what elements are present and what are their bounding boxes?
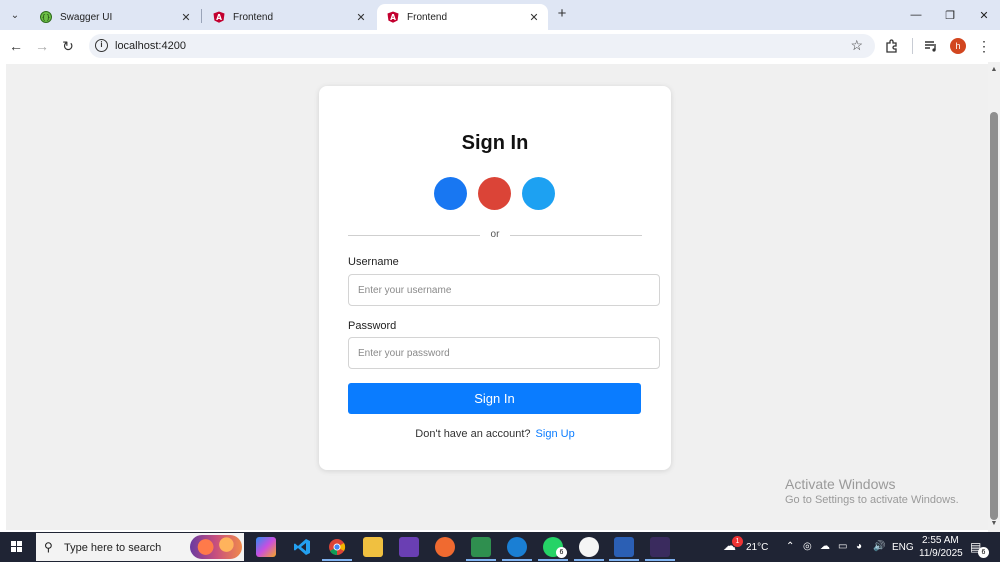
active-app-indicator xyxy=(322,559,352,561)
page-title: Sign In xyxy=(461,132,529,154)
new-tab-button[interactable]: + xyxy=(554,6,570,23)
whatsapp-badge: 6 xyxy=(556,547,567,558)
twitter-login-button[interactable] xyxy=(522,177,555,210)
password-label: Password xyxy=(348,320,397,332)
address-bar[interactable]: i localhost:4200 ☆ xyxy=(89,34,875,58)
site-info-icon[interactable]: i xyxy=(95,39,108,52)
swagger-icon: {} xyxy=(40,11,52,23)
file-explorer-icon[interactable] xyxy=(363,537,383,557)
menu-kebab-icon[interactable]: ⋮ xyxy=(974,36,994,56)
close-icon[interactable]: ✕ xyxy=(353,9,369,25)
tab-search-chevron-icon[interactable]: ⌄ xyxy=(6,6,24,24)
extensions-icon[interactable] xyxy=(882,36,902,56)
windows-start-icon[interactable] xyxy=(11,541,23,553)
back-icon[interactable]: ← xyxy=(6,36,26,56)
scroll-thumb[interactable] xyxy=(990,112,998,520)
search-icon: ⚲ xyxy=(44,540,53,554)
tab-title: Frontend xyxy=(407,11,448,23)
window-close-icon[interactable]: ✕ xyxy=(974,6,994,24)
url-text[interactable]: localhost:4200 xyxy=(115,40,186,52)
language-indicator[interactable]: ENG xyxy=(892,542,914,553)
signup-prompt: Don't have an account? Sign Up xyxy=(319,428,671,440)
visual-studio-icon[interactable] xyxy=(399,537,419,557)
search-highlight-image xyxy=(190,535,242,559)
media-controls-icon[interactable] xyxy=(921,36,941,56)
tab-frontend-active[interactable]: A Frontend ✕ xyxy=(377,4,548,30)
puzzle-icon xyxy=(886,39,897,53)
tab-title: Frontend xyxy=(233,11,274,23)
open-app-indicator xyxy=(466,559,496,561)
battery-icon[interactable]: ▭ xyxy=(838,541,847,552)
angular-icon: A xyxy=(387,11,399,23)
password-input[interactable] xyxy=(348,337,660,369)
username-input[interactable] xyxy=(348,274,660,306)
taskbar-search-placeholder: Type here to search xyxy=(64,542,162,554)
minimize-icon[interactable]: — xyxy=(906,6,926,24)
chevron-up-icon[interactable]: ⌃ xyxy=(786,541,794,552)
open-app-indicator xyxy=(645,559,675,561)
github-desktop-icon[interactable] xyxy=(579,537,599,557)
playlist-icon xyxy=(925,41,936,52)
scroll-down-arrow-icon[interactable]: ▼ xyxy=(990,520,998,528)
signup-prompt-text: Don't have an account? xyxy=(415,428,531,440)
word-icon[interactable] xyxy=(614,537,634,557)
edge-icon[interactable] xyxy=(507,537,527,557)
google-login-button[interactable] xyxy=(478,177,511,210)
weather-badge: 1 xyxy=(732,536,743,547)
tab-swagger-ui[interactable]: {} Swagger UI ✕ xyxy=(30,4,200,30)
volume-icon[interactable]: 🔊 xyxy=(873,541,885,552)
activate-windows-title: Activate Windows xyxy=(785,476,896,492)
username-label: Username xyxy=(348,256,399,268)
sign-in-button[interactable]: Sign In xyxy=(348,383,641,414)
open-app-indicator xyxy=(502,559,532,561)
chrome-icon[interactable] xyxy=(327,537,347,557)
sign-up-link[interactable]: Sign Up xyxy=(536,428,575,440)
facebook-login-button[interactable] xyxy=(434,177,467,210)
taskbar-search-box[interactable]: ⚲ Type here to search xyxy=(36,533,244,561)
angular-icon: A xyxy=(213,11,225,23)
svg-text:{}: {} xyxy=(42,14,51,22)
postman-icon[interactable] xyxy=(435,537,455,557)
close-icon[interactable]: ✕ xyxy=(178,9,194,25)
tab-title: Swagger UI xyxy=(60,11,113,23)
notification-badge: 6 xyxy=(978,547,989,558)
avatar[interactable]: h xyxy=(950,38,966,54)
signin-card: Sign In or Username Password Sign In Don… xyxy=(319,86,671,470)
clock-time[interactable]: 2:55 AM xyxy=(922,535,959,546)
forward-icon[interactable]: → xyxy=(32,36,52,56)
tab-frontend-1[interactable]: A Frontend ✕ xyxy=(203,4,375,30)
divider-line-right xyxy=(510,235,642,236)
activate-windows-subtitle: Go to Settings to activate Windows. xyxy=(785,494,959,506)
windows-taskbar: ⚲ Type here to search 6 ☁ 1 21°C ⌃ ◎ ☁ ▭… xyxy=(0,532,1000,562)
weather-temperature[interactable]: 21°C xyxy=(746,542,768,553)
copilot-icon[interactable] xyxy=(256,537,276,557)
open-app-indicator xyxy=(574,559,604,561)
svg-text:A: A xyxy=(390,13,396,22)
restore-icon[interactable]: ❐ xyxy=(940,6,960,24)
meet-now-icon[interactable]: ◎ xyxy=(803,541,812,552)
close-icon[interactable]: ✕ xyxy=(526,9,542,25)
clock-date[interactable]: 11/9/2025 xyxy=(919,548,963,559)
svg-text:A: A xyxy=(216,13,222,22)
browser-toolbar: ← → ↻ i localhost:4200 ☆ ⋮ xyxy=(0,30,1000,62)
snipping-tool-icon[interactable] xyxy=(471,537,491,557)
tab-strip: ⌄ {} Swagger UI ✕ A Frontend ✕ A Fronten… xyxy=(0,0,1000,30)
wifi-icon[interactable]: ◕ xyxy=(856,541,862,552)
scroll-up-arrow-icon[interactable]: ▲ xyxy=(990,66,998,74)
vscode-icon[interactable] xyxy=(292,537,312,557)
tab-separator xyxy=(201,9,202,23)
open-app-indicator xyxy=(538,559,568,561)
onedrive-icon[interactable]: ☁ xyxy=(820,541,830,552)
bookmark-star-icon[interactable]: ☆ xyxy=(850,37,863,54)
reload-icon[interactable]: ↻ xyxy=(58,36,78,56)
open-app-indicator xyxy=(609,559,639,561)
toolbar-divider xyxy=(912,38,913,54)
terminal-icon[interactable] xyxy=(650,537,670,557)
vertical-scrollbar[interactable]: ▲ ▼ xyxy=(988,62,1000,532)
